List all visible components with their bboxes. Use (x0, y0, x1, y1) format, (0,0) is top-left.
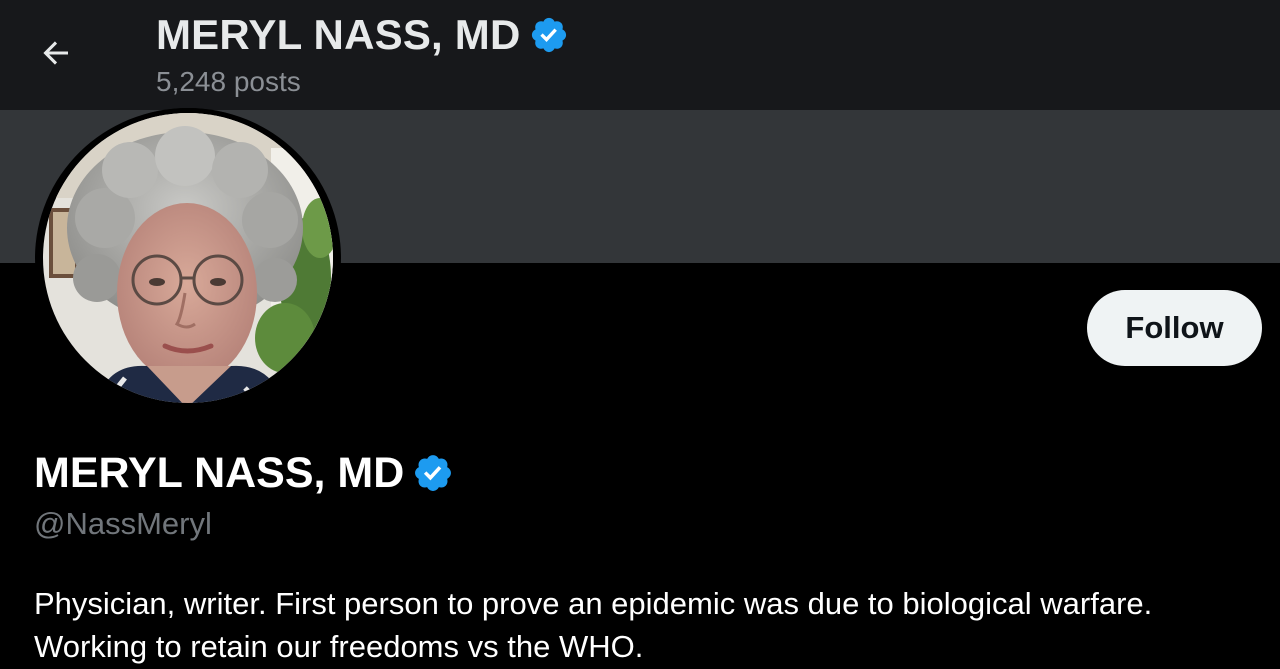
arrow-left-icon (43, 41, 68, 65)
profile-bio: Physician, writer. First person to prove… (34, 582, 1264, 668)
verified-badge-icon (531, 17, 566, 53)
profile-handle: @NassMeryl (34, 506, 212, 541)
profile-avatar[interactable] (35, 108, 341, 408)
follow-button[interactable]: Follow (1087, 290, 1262, 366)
header-title: MERYL NASS, MD (156, 11, 521, 58)
back-button[interactable] (30, 30, 82, 76)
profile-page: MERYL NASS, MD 5,248 posts Follow MERYL … (0, 0, 1280, 669)
profile-photo (38, 108, 338, 408)
header-title-row: MERYL NASS, MD (156, 10, 569, 60)
post-count: 5,248 posts (156, 66, 301, 97)
bio-line: Physician, writer. First person to prove… (34, 586, 1153, 621)
profile-name-row: MERYL NASS, MD (34, 446, 454, 500)
top-header: MERYL NASS, MD 5,248 posts (0, 0, 1280, 110)
verified-badge-icon[interactable] (412, 452, 454, 494)
profile-display-name: MERYL NASS, MD (34, 448, 405, 497)
bio-line: Working to retain our freedoms vs the WH… (34, 629, 644, 664)
